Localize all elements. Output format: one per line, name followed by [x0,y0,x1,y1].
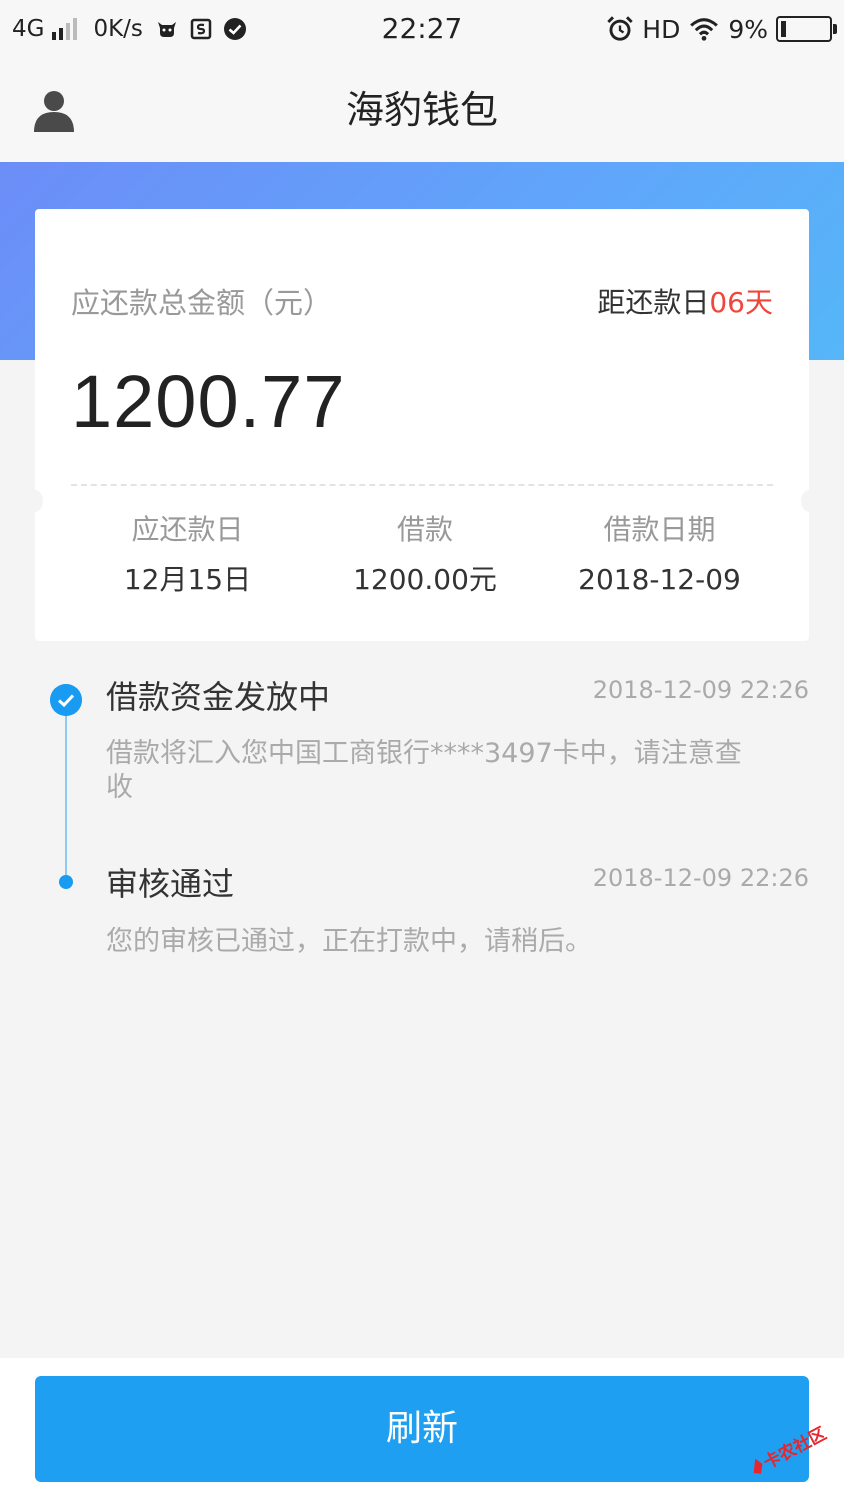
info-label: 借款日期 [603,513,716,546]
card-notch-left [27,490,43,512]
total-amount-label: 应还款总金额（元） [71,286,333,320]
info-loan-date: 借款日期 2018-12-09 [510,511,809,599]
timeline-title: 借款资金发放中 [106,678,331,716]
countdown-days: 06天 [709,286,773,319]
timeline-dot [59,875,73,889]
page-title: 海豹钱包 [345,88,498,132]
card-notch-right [801,490,817,512]
repayment-card: 应还款总金额（元） 距还款日06天 1200.77 应还款日 12月15日 借款… [27,209,817,641]
timeline-desc: 借款将汇入您中国工商银行****3497卡中，请注意查收 [106,738,742,803]
timeline-title: 审核通过 [106,865,235,903]
countdown-prefix: 距还款日 [597,286,710,319]
check-icon [50,684,82,716]
screen: 4G 0K/s 22:27 HD 9% 海豹钱包 应还款总金额（元） 距还款日0… [0,0,844,1500]
info-label: 应还款日 [131,513,244,546]
wifi-icon [690,18,719,41]
nav-bar: 海豹钱包 [0,58,844,162]
watermark-logo: 卡农社区 [753,1423,830,1474]
info-due-date: 应还款日 12月15日 [35,511,340,599]
total-amount: 1200.77 [71,360,346,443]
battery-percent: 9% [728,14,768,44]
refresh-button[interactable]: 刷新 [35,1376,809,1482]
info-label: 借款 [396,513,453,546]
info-value: 2018-12-09 [578,563,741,596]
hd-label: HD [642,14,681,44]
timeline-time: 2018-12-09 22:26 [592,676,809,704]
loan-info-row: 应还款日 12月15日 借款 1200.00元 借款日期 2018-12-09 [35,511,809,599]
timeline-time: 2018-12-09 22:26 [592,864,809,892]
alarm-icon [607,16,633,41]
info-value: 1200.00元 [353,563,497,596]
timeline-line [65,714,67,880]
battery-icon [776,16,837,42]
dashed-divider [71,484,773,486]
svg-text:卡农社区: 卡农社区 [760,1423,830,1473]
status-right: HD 9% [606,10,837,48]
info-loan-amount: 借款 1200.00元 [340,511,510,599]
info-value: 12月15日 [123,563,252,596]
timeline-desc: 您的审核已通过，正在打款中，请稍后。 [106,926,592,957]
status-bar: 4G 0K/s 22:27 HD 9% [0,0,844,58]
due-countdown: 距还款日06天 [597,285,773,321]
